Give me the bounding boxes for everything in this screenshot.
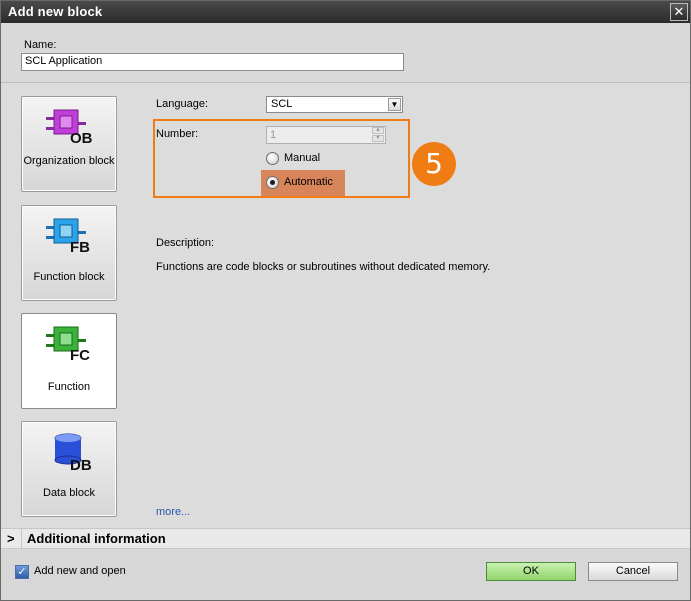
organization-block-button[interactable]: OB Organization block [21,96,117,192]
more-link[interactable]: more... [156,506,190,518]
dialog-title: Add new block [8,4,103,19]
dialog-footer: ✓ Add new and open OK Cancel [1,550,690,600]
ok-button[interactable]: OK [486,562,576,581]
function-block-icon: FB [46,218,90,256]
block-settings-panel: Language: SCL ▼ Number: 1 ▲ ▼ Manual Aut… [137,84,690,528]
function-label: Function [47,381,91,393]
db-badge: DB [70,457,92,472]
function-icon: FC [46,326,90,364]
close-button[interactable]: ✕ [670,3,688,21]
name-label: Name: [24,39,57,51]
language-select[interactable]: SCL ▼ [266,96,403,113]
function-block-label: Function block [33,271,105,283]
check-icon: ✓ [17,566,27,578]
additional-information-label: Additional information [27,531,166,546]
chevron-down-icon[interactable]: ▼ [388,98,401,111]
data-block-button[interactable]: DB Data block [21,421,117,517]
function-block-button[interactable]: FB Function block [21,205,117,301]
block-type-list: OB Organization block FB Function block [1,84,136,528]
description-text: Functions are code blocks or subroutines… [156,261,491,273]
ob-badge: OB [70,130,93,147]
divider [21,529,22,548]
fc-badge: FC [70,347,90,364]
add-new-and-open-label: Add new and open [34,565,126,577]
add-new-block-dialog: Add new block ✕ Name: SCL Application OB… [0,0,691,601]
step-callout: 5 [412,142,456,186]
function-button[interactable]: FC Function [21,313,117,409]
title-bar: Add new block ✕ [1,1,690,23]
name-section: Name: SCL Application [1,23,690,83]
name-input[interactable]: SCL Application [21,53,404,71]
organization-block-label: Organization block [23,155,115,167]
numbering-highlight-frame [153,119,410,198]
chevron-right-icon[interactable]: > [7,531,15,546]
data-block-icon: DB [54,433,92,472]
add-new-and-open-checkbox[interactable]: ✓ [15,565,29,579]
cancel-button[interactable]: Cancel [588,562,678,581]
additional-information-bar[interactable]: > Additional information [1,528,690,549]
language-value: SCL [271,98,293,110]
fb-badge: FB [70,239,90,256]
description-label: Description: [156,237,215,249]
language-label: Language: [156,98,208,110]
close-icon: ✕ [673,4,685,19]
data-block-label: Data block [43,487,95,499]
organization-block-icon: OB [46,109,93,147]
